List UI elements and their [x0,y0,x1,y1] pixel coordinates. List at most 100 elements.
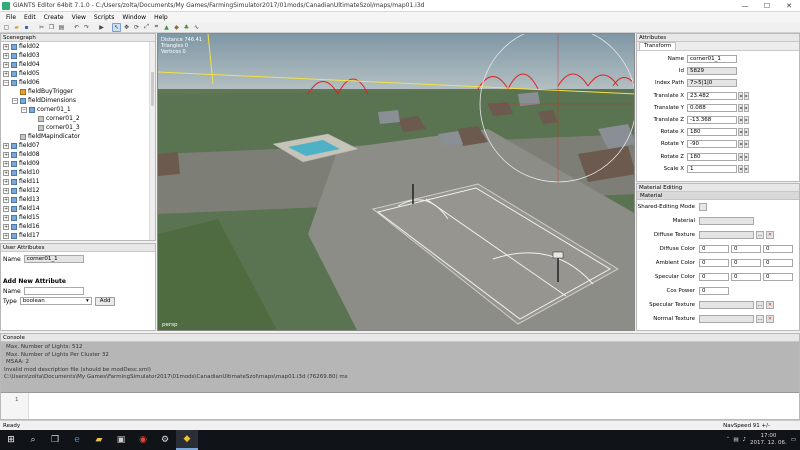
attribute-value-field[interactable]: 180 [687,152,737,161]
expand-toggle-icon[interactable]: + [3,232,9,239]
decrement-icon[interactable]: ◂ [738,103,743,112]
scenegraph-node[interactable]: + field15 [1,213,155,222]
minimize-button[interactable]: — [734,0,756,12]
menu-create[interactable]: Create [40,14,68,21]
material-select[interactable] [699,217,754,225]
new-file-icon[interactable]: ▢ [2,23,11,32]
specular-texture-field[interactable] [699,301,754,309]
paste-icon[interactable]: ▤ [57,23,66,32]
attribute-value-field[interactable]: -90 [687,140,737,149]
ambient-color-b[interactable]: 0 [763,259,793,267]
move-tool-icon[interactable]: ✥ [122,23,131,32]
redo-icon[interactable]: ↷ [82,23,91,32]
increment-icon[interactable]: ▸ [744,164,749,173]
rotate-tool-icon[interactable]: ⟳ [132,23,141,32]
scenegraph-node[interactable]: corner01_2 [1,114,155,123]
terrain-paint-icon[interactable]: ▲ [162,23,171,32]
clock[interactable]: 17:00 2017. 12. 06. [750,433,787,447]
scenegraph-node[interactable]: + field02 [1,42,155,51]
attribute-value-field[interactable]: 23.482 [687,91,737,100]
scenegraph-node[interactable]: + field11 [1,177,155,186]
file-explorer-icon[interactable]: ▰ [88,430,110,450]
decrement-icon[interactable]: ◂ [738,140,743,149]
console-script-input[interactable]: 1 [1,392,799,419]
play-icon[interactable]: ▶ [97,23,106,32]
decrement-icon[interactable]: ◂ [738,116,743,125]
scenegraph-node[interactable]: − field06 [1,78,155,87]
scenegraph-node[interactable]: + field08 [1,150,155,159]
ambient-color-g[interactable]: 0 [731,259,761,267]
edge-browser-icon[interactable]: e [66,430,88,450]
scale-tool-icon[interactable]: ⤢ [142,23,151,32]
menu-window[interactable]: Window [118,14,150,21]
copy-icon[interactable]: ❐ [47,23,56,32]
scenegraph-node[interactable]: + field12 [1,186,155,195]
decrement-icon[interactable]: ◂ [738,128,743,137]
ambient-color-r[interactable]: 0 [699,259,729,267]
network-icon[interactable]: ▤ [733,437,738,443]
scenegraph-node[interactable]: + field16 [1,222,155,231]
undo-icon[interactable]: ↶ [72,23,81,32]
notifications-icon[interactable]: ▭ [791,437,796,443]
expand-toggle-icon[interactable]: + [3,52,9,59]
scenegraph-node[interactable]: corner01_3 [1,123,155,132]
scenegraph-node[interactable]: + field05 [1,69,155,78]
increment-icon[interactable]: ▸ [744,128,749,137]
scenegraph-scrollbar[interactable] [149,42,155,240]
menu-view[interactable]: View [68,14,90,21]
terrain-sculpt-icon[interactable]: ◆ [172,23,181,32]
normal-texture-field[interactable] [699,315,754,323]
scenegraph-node[interactable]: + field14 [1,204,155,213]
expand-toggle-icon[interactable]: − [3,79,9,86]
specular-color-r[interactable]: 0 [699,273,729,281]
cut-icon[interactable]: ✂ [37,23,46,32]
scenegraph-node[interactable]: + field10 [1,168,155,177]
scenegraph-node[interactable]: + field07 [1,141,155,150]
settings-icon[interactable]: ⚙ [154,430,176,450]
menu-scripts[interactable]: Scripts [90,14,119,21]
save-icon[interactable]: ▪ [22,23,31,32]
scenegraph-node[interactable]: fieldBuyTrigger [1,87,155,96]
specular-color-g[interactable]: 0 [731,273,761,281]
scenegraph-node[interactable]: + field13 [1,195,155,204]
expand-toggle-icon[interactable]: + [3,151,9,158]
increment-icon[interactable]: ▸ [744,152,749,161]
increment-icon[interactable]: ▸ [744,116,749,125]
expand-toggle-icon[interactable]: + [3,70,9,77]
attribute-type-select[interactable]: boolean ▾ [19,297,92,305]
search-icon[interactable]: ⌕ [22,430,44,450]
expand-toggle-icon[interactable]: + [3,187,9,194]
close-button[interactable]: ✕ [778,0,800,12]
scenegraph-node[interactable]: + field17 [1,231,155,240]
expand-toggle-icon[interactable]: + [3,178,9,185]
cos-power-field[interactable]: 0 [699,287,729,295]
clear-icon[interactable]: ✕ [766,301,774,309]
expand-toggle-icon[interactable]: + [3,196,9,203]
maximize-button[interactable]: ☐ [756,0,778,12]
windows-start-icon[interactable]: ⊞ [0,430,22,450]
decrement-icon[interactable]: ◂ [738,152,743,161]
expand-toggle-icon[interactable]: + [3,169,9,176]
expand-toggle-icon[interactable]: + [3,160,9,167]
browse-icon[interactable]: … [756,231,764,239]
browse-icon[interactable]: … [756,315,764,323]
scenegraph-node[interactable]: + field04 [1,60,155,69]
giants-editor-taskbar-icon[interactable]: ◆ [176,430,198,450]
new-attribute-name-input[interactable] [23,287,84,295]
tab-transform[interactable]: Transform [639,42,677,50]
expand-toggle-icon[interactable]: + [3,43,9,50]
3d-viewport[interactable]: Distance 746.41 Triangles 0 Vertices 0 p… [157,33,635,331]
increment-icon[interactable]: ▸ [744,140,749,149]
spline-icon[interactable]: ∿ [192,23,201,32]
expand-toggle-icon[interactable]: + [3,223,9,230]
expand-toggle-icon[interactable]: + [3,214,9,221]
diffuse-texture-field[interactable] [699,231,754,239]
scenegraph-node[interactable]: − fieldDimensions [1,96,155,105]
add-attribute-button[interactable]: Add [94,296,116,306]
snap-icon[interactable]: ⌗ [152,23,161,32]
attribute-value-field[interactable]: -13.368 [687,116,737,125]
menu-help[interactable]: Help [150,14,172,21]
foliage-paint-icon[interactable]: ♣ [182,23,191,32]
volume-icon[interactable]: ♪ [743,437,747,443]
clear-icon[interactable]: ✕ [766,231,774,239]
